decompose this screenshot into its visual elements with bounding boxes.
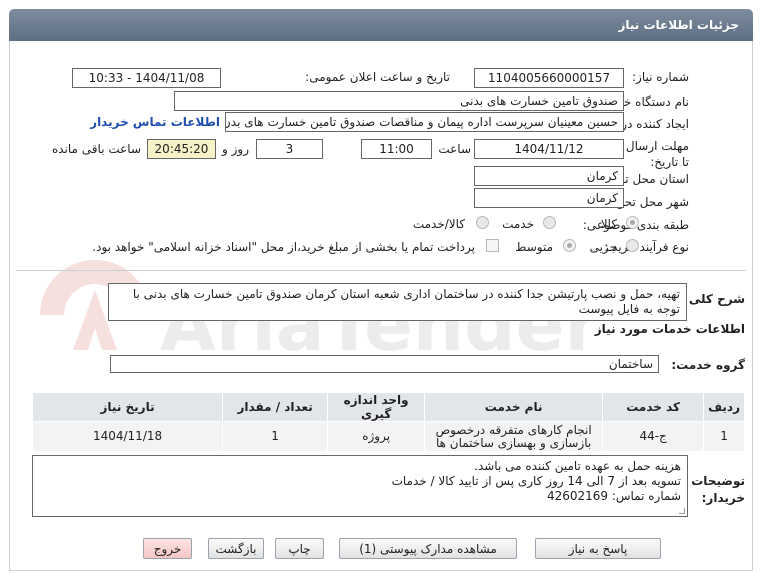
category-option-goods-service: کالا/خدمت	[412, 217, 465, 231]
services-table: ردیف کد خدمت نام خدمت واحد اندازه گیری ت…	[31, 392, 745, 452]
services-section-title: اطلاعات خدمات مورد نیاز	[594, 322, 745, 336]
days-field: 3	[256, 139, 323, 159]
divider	[16, 270, 746, 271]
table-header-row: ردیف کد خدمت نام خدمت واحد اندازه گیری ت…	[31, 392, 745, 422]
cell-unit: پروژه	[327, 421, 426, 452]
announce-label: تاریخ و ساعت اعلان عمومی:	[305, 70, 450, 84]
process-radio-minor[interactable]	[626, 239, 639, 252]
buyer-notes-line-1: هزینه حمل به عهده تامین کننده می باشد.	[474, 459, 681, 473]
buyer-notes-label: توضیحات خریدار:	[691, 474, 745, 505]
col-name: نام خدمت	[424, 392, 604, 422]
cell-qty: 1	[222, 421, 329, 452]
print-button[interactable]: چاپ	[275, 538, 324, 559]
buyer-notes-line-3: شماره تماس: 42602169	[546, 489, 681, 503]
days-label: روز و	[222, 142, 249, 156]
reply-button[interactable]: پاسخ به نیاز	[535, 538, 661, 559]
category-radio-service[interactable]	[543, 216, 556, 229]
remaining-label: ساعت باقی مانده	[51, 142, 141, 156]
process-option-medium: متوسط	[515, 240, 553, 254]
category-option-service: خدمت	[502, 217, 534, 231]
province-field: کرمان	[474, 166, 624, 186]
category-radio-goods-service[interactable]	[476, 216, 489, 229]
col-unit: واحد اندازه گیری	[327, 392, 426, 422]
buyer-contact-link[interactable]: اطلاعات تماس خریدار	[90, 115, 220, 129]
window-title: جزئیات اطلاعات نیاز	[9, 9, 753, 41]
category-radio-goods[interactable]	[626, 216, 639, 229]
table-row: 1 ج-44 انجام کارهای متفرقه درخصوص بازساز…	[31, 421, 745, 452]
exit-button[interactable]: خروج	[143, 538, 192, 559]
view-attachments-button[interactable]: مشاهده مدارک پیوستی (1)	[339, 538, 517, 559]
service-group-field: ساختمان	[110, 355, 659, 373]
description-textarea[interactable]: تهیه، حمل و نصب پارتیشن جدا کننده در ساخ…	[108, 283, 687, 321]
creator-field: حسین معینیان سرپرست اداره پیمان و مناقصا…	[225, 112, 624, 132]
col-qty: تعداد / مقدار	[222, 392, 329, 422]
back-button[interactable]: بازگشت	[208, 538, 264, 559]
buyer-notes-line-2: تسویه بعد از 7 الی 14 روز کاری پس از تای…	[391, 474, 681, 488]
announce-field: 1404/11/08 - 10:33	[72, 68, 221, 88]
deadline-date-field: 1404/11/12	[474, 139, 624, 159]
cell-code: ج-44	[602, 421, 705, 452]
col-row: ردیف	[703, 392, 745, 422]
buyer-org-field: صندوق تامین خسارت های بدنی	[174, 91, 624, 111]
cell-date: 1404/11/18	[31, 421, 224, 452]
col-date: تاریخ نیاز	[31, 392, 224, 422]
col-code: کد خدمت	[602, 392, 705, 422]
time-label: ساعت	[438, 142, 471, 156]
process-radio-medium[interactable]	[563, 239, 576, 252]
cell-name: انجام کارهای متفرقه درخصوص بازسازی و بهس…	[424, 421, 604, 452]
deadline-time-field: 11:00	[361, 139, 432, 159]
resize-grip-icon[interactable]	[679, 508, 685, 514]
process-option-minor: جزیی	[589, 240, 617, 254]
remaining-time-field: 20:45:20	[147, 139, 216, 159]
buyer-notes-textarea[interactable]: هزینه حمل به عهده تامین کننده می باشد. ت…	[32, 455, 688, 517]
need-number-field: 1104005660000157	[474, 68, 624, 88]
city-field: کرمان	[474, 188, 624, 208]
payment-note: پرداخت تمام یا بخشی از مبلغ خرید،از محل …	[92, 240, 475, 254]
service-group-label: گروه خدمت:	[671, 358, 745, 372]
need-number-label: شماره نیاز:	[632, 70, 689, 84]
treasury-payment-checkbox[interactable]	[486, 239, 499, 252]
category-option-goods: کالا	[600, 217, 617, 231]
cell-row: 1	[703, 421, 745, 452]
